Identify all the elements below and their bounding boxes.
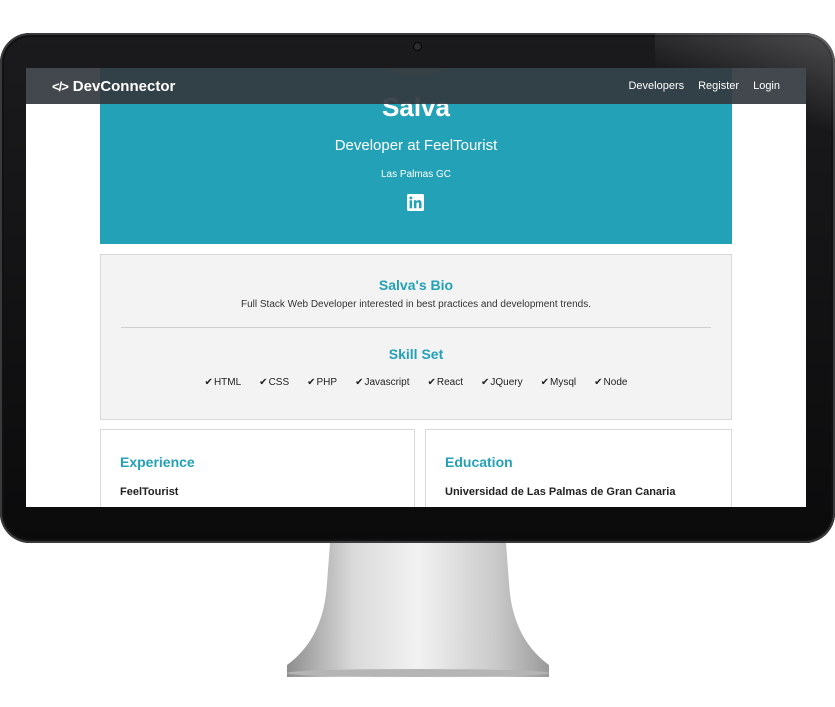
divider — [121, 327, 711, 328]
bio-text: Full Stack Web Developer interested in b… — [241, 299, 591, 310]
skill-label: CSS — [268, 377, 290, 388]
skill-item: ✔ CSS — [259, 377, 289, 388]
skill-item: ✔ JQuery — [481, 377, 523, 388]
skill-item: ✔ HTML — [205, 377, 242, 388]
skill-label: Javascript — [364, 377, 410, 388]
profile-location: Las Palmas GC — [380, 169, 452, 180]
skill-label: JQuery — [490, 377, 523, 388]
nav-link-register[interactable]: Register — [698, 80, 739, 92]
skill-label: Node — [603, 377, 628, 388]
skill-label: Mysql — [550, 377, 577, 388]
check-icon: ✔ — [204, 377, 213, 388]
check-icon: ✔ — [427, 377, 436, 388]
skill-label: PHP — [316, 377, 338, 388]
skill-item: ✔ Javascript — [355, 377, 409, 388]
skill-item: ✔ Mysql — [541, 377, 577, 388]
education-school: Universidad de Las Palmas de Gran Canari… — [445, 486, 676, 498]
check-icon: ✔ — [259, 377, 268, 388]
nav-link-developers[interactable]: Developers — [628, 80, 684, 92]
code-icon: </> — [52, 78, 69, 94]
check-icon: ✔ — [307, 377, 316, 388]
bio-card: Salva's Bio Full Stack Web Developer int… — [100, 254, 732, 420]
experience-title: Experience — [120, 454, 195, 470]
check-icon: ✔ — [481, 377, 490, 388]
skill-item: ✔ Node — [594, 377, 627, 388]
brand-label: DevConnector — [72, 77, 176, 95]
monitor-stand — [287, 543, 549, 677]
linkedin-icon[interactable] — [407, 194, 424, 211]
nav-link-login[interactable]: Login — [753, 80, 780, 92]
brand-link[interactable]: </> DevConnector — [52, 78, 175, 95]
skills-list: ✔ HTML ✔ CSS ✔ PHP ✔ Javascript ✔ React ✔ JQue… — [101, 377, 731, 388]
experience-card: Experience FeelTourist — [100, 429, 415, 507]
browser-screen: </> DevConnector Developers Register Log… — [26, 68, 806, 507]
skill-item: ✔ PHP — [307, 377, 337, 388]
education-card: Education Universidad de Las Palmas de G… — [425, 429, 732, 507]
profile-status: Developer at FeelTourist — [334, 137, 498, 154]
skill-item: ✔ React — [427, 377, 463, 388]
check-icon: ✔ — [594, 377, 603, 388]
education-title: Education — [445, 454, 513, 470]
nav-links: Developers Register Login — [614, 80, 780, 92]
skill-label: React — [436, 377, 463, 388]
bio-title: Salva's Bio — [378, 277, 454, 293]
camera-icon — [414, 43, 421, 50]
check-icon: ✔ — [540, 377, 550, 388]
check-icon: ✔ — [355, 377, 364, 388]
skill-label: HTML — [213, 377, 242, 388]
skills-title: Skill Set — [388, 346, 444, 362]
experience-company: FeelTourist — [120, 486, 179, 498]
